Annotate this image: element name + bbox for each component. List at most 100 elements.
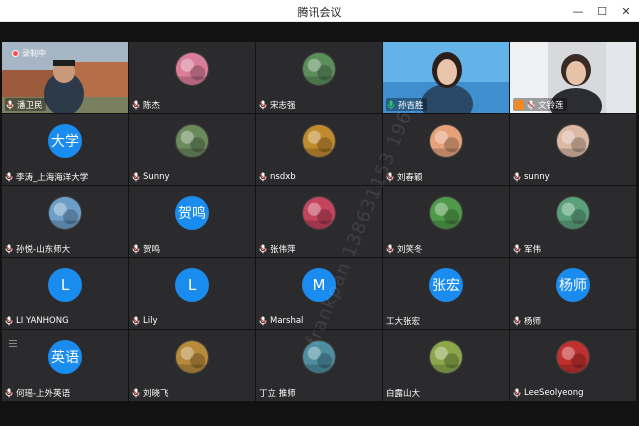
- participant-name: 军伟: [524, 244, 542, 255]
- participant-nameplate: 张伟萍: [259, 242, 296, 255]
- participant-grid: 录制中 潘卫民 陈杰 宋志强 孙吉胜 文铃莲 大学 李涛_上海海洋大学 Sunny nsdxb 刘春…: [2, 42, 637, 422]
- participant-tile[interactable]: L LI YANHONG: [2, 258, 128, 329]
- participant-tile[interactable]: 刘笑冬: [383, 186, 509, 257]
- recording-label: 录制中: [22, 49, 46, 58]
- participant-avatar-image: [175, 124, 209, 158]
- participant-avatar-image: [556, 340, 590, 374]
- microphone-icon: [513, 388, 521, 397]
- participant-avatar: 杨师: [556, 268, 590, 302]
- participant-tile[interactable]: 文铃莲: [510, 42, 636, 113]
- title-bar: 腾讯会议 — ☐ ✕: [0, 0, 639, 22]
- microphone-icon: [513, 172, 521, 181]
- participant-nameplate: Marshal: [259, 314, 303, 327]
- participant-name: 工大张宏: [386, 316, 421, 327]
- participant-name: Sunny: [143, 171, 170, 182]
- microphone-icon: [132, 244, 140, 253]
- participant-name: Marshal: [270, 315, 304, 326]
- participant-avatar-image: [556, 196, 590, 230]
- participant-avatar: 英语: [48, 340, 82, 374]
- participant-name: 孙悦-山东师大: [16, 244, 71, 255]
- window-title: 腾讯会议: [297, 6, 342, 19]
- participant-name: nsdxb: [270, 171, 296, 182]
- participant-tile[interactable]: sunny: [510, 114, 636, 185]
- participant-nameplate: 宋志强: [259, 98, 296, 111]
- participant-name: 杨师: [524, 316, 542, 327]
- participant-nameplate: 孙悦-山东师大: [5, 242, 70, 255]
- participant-nameplate: 军伟: [513, 242, 541, 255]
- participant-name: 陈杰: [143, 100, 161, 111]
- participant-avatar-image: [302, 124, 336, 158]
- participant-tile[interactable]: 贺鸣 贺鸣: [129, 186, 255, 257]
- participant-nameplate: 陈杰: [132, 98, 160, 111]
- participant-name: 贺鸣: [143, 244, 161, 255]
- record-dot-icon: [12, 50, 19, 57]
- participant-avatar: L: [48, 268, 82, 302]
- participant-name: 刘笑冬: [397, 244, 423, 255]
- participant-nameplate: LeeSeolyeong: [513, 386, 583, 399]
- participant-avatar-image: [429, 124, 463, 158]
- participant-tile[interactable]: 录制中潘卫民: [2, 42, 128, 113]
- microphone-icon: [259, 172, 267, 181]
- participant-name: 白露山大: [386, 388, 421, 399]
- participant-nameplate: 何瑶-上外英语: [5, 386, 70, 399]
- participant-name: 文铃莲: [538, 100, 564, 111]
- participant-tile[interactable]: 张宏工大张宏: [383, 258, 509, 329]
- microphone-icon: [132, 388, 140, 397]
- microphone-active-icon: [387, 100, 395, 109]
- participant-nameplate: 贺鸣: [132, 242, 160, 255]
- participant-tile[interactable]: 刘晓飞: [129, 330, 255, 401]
- participant-nameplate: 潘卫民: [5, 98, 46, 111]
- participant-name: LeeSeolyeong: [524, 387, 584, 398]
- participant-name: 丁立 推师: [259, 388, 296, 399]
- participant-tile[interactable]: nsdxb: [256, 114, 382, 185]
- participant-tile[interactable]: L Lily: [129, 258, 255, 329]
- participant-avatar: 张宏: [429, 268, 463, 302]
- participant-avatar: 贺鸣: [175, 196, 209, 230]
- participant-avatar-image: [48, 196, 82, 230]
- participant-name: 刘春颖: [397, 172, 423, 183]
- participant-avatar-image: [302, 52, 336, 86]
- meeting-window: 腾讯会议 — ☐ ✕ 录制中 潘卫民 陈杰 宋志强 孙吉胜 文铃莲 大学 李涛_上海海洋大学 S…: [0, 0, 639, 426]
- participant-tile[interactable]: 孙悦-山东师大: [2, 186, 128, 257]
- participant-nameplate: 刘晓飞: [132, 386, 169, 399]
- microphone-icon: [5, 244, 13, 253]
- participant-nameplate: 白露山大: [386, 386, 420, 399]
- microphone-icon: [5, 172, 13, 181]
- participant-tile[interactable]: LeeSeolyeong: [510, 330, 636, 401]
- participant-tile[interactable]: 英语何瑶-上外英语: [2, 330, 128, 401]
- microphone-icon: [132, 316, 140, 325]
- participant-tile[interactable]: 杨师 杨师: [510, 258, 636, 329]
- host-icon: [514, 99, 524, 110]
- participant-avatar: 大学: [48, 124, 82, 158]
- participant-nameplate: nsdxb: [259, 170, 296, 183]
- microphone-icon: [259, 316, 267, 325]
- participant-name: LI YANHONG: [16, 315, 69, 326]
- participant-tile[interactable]: Sunny: [129, 114, 255, 185]
- participant-nameplate: 文铃莲: [513, 98, 567, 111]
- participant-name: 张伟萍: [270, 244, 296, 255]
- minimize-button[interactable]: —: [571, 4, 585, 18]
- microphone-icon: [6, 100, 14, 109]
- participant-tile[interactable]: 白露山大: [383, 330, 509, 401]
- participant-nameplate: sunny: [513, 170, 550, 183]
- close-button[interactable]: ✕: [619, 4, 633, 18]
- participant-nameplate: LI YANHONG: [5, 314, 69, 327]
- microphone-icon: [527, 100, 535, 109]
- participant-avatar: L: [175, 268, 209, 302]
- participant-tile[interactable]: 军伟: [510, 186, 636, 257]
- microphone-icon: [132, 100, 140, 109]
- participant-tile[interactable]: 陈杰: [129, 42, 255, 113]
- participant-nameplate: 工大张宏: [386, 314, 420, 327]
- participant-avatar-image: [429, 196, 463, 230]
- window-controls: — ☐ ✕: [571, 2, 633, 20]
- microphone-icon: [5, 388, 13, 397]
- participant-tile[interactable]: 大学李涛_上海海洋大学: [2, 114, 128, 185]
- microphone-icon: [5, 316, 13, 325]
- participant-name: 李涛_上海海洋大学: [16, 172, 89, 183]
- microphone-icon: [386, 244, 394, 253]
- more-options-icon[interactable]: [9, 340, 17, 347]
- participant-name: 潘卫民: [17, 100, 43, 111]
- participant-avatar-image: [175, 52, 209, 86]
- maximize-button[interactable]: ☐: [595, 4, 609, 18]
- participant-tile[interactable]: 宋志强: [256, 42, 382, 113]
